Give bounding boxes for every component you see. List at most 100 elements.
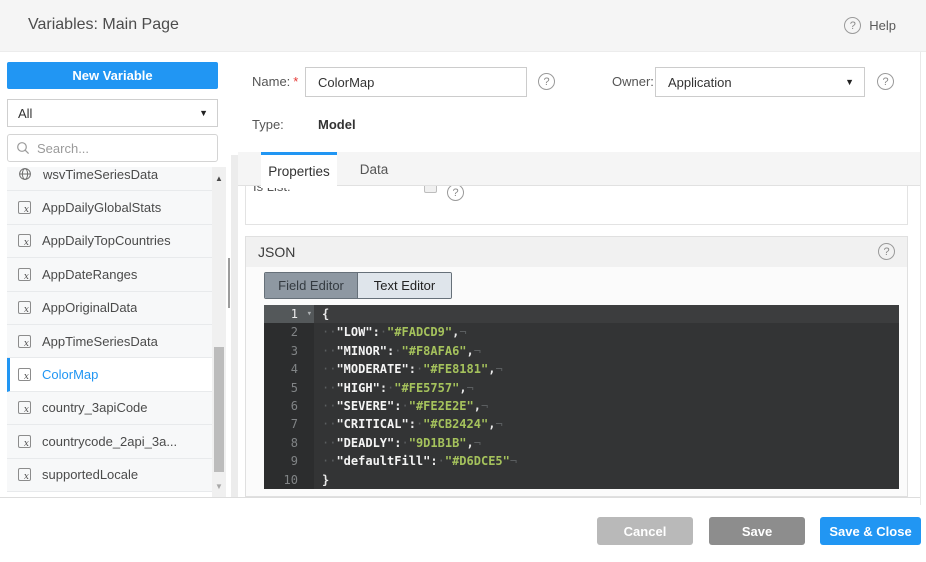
code-line: ··"DEADLY":·"9D1B1B",¬ <box>314 434 899 452</box>
gutter-line: 1▾ <box>264 305 314 323</box>
variable-label: country_3apiCode <box>42 400 148 415</box>
search-icon <box>16 141 30 155</box>
scroll-up-icon[interactable]: ▲ <box>212 171 226 185</box>
variable-label: AppTimeSeriesData <box>42 334 158 349</box>
variable-list-item[interactable]: wsvTimeSeriesData <box>7 167 212 191</box>
type-label: Type: <box>252 117 284 132</box>
owner-select[interactable]: Application ▼ <box>655 67 865 97</box>
is-list-panel: Is List: ? <box>245 186 908 225</box>
gutter-line: 6 <box>264 397 314 415</box>
variable-list-item[interactable]: x countrycode_2api_3a... <box>7 425 212 458</box>
code-line: } <box>314 471 899 489</box>
required-marker: * <box>293 74 298 89</box>
variable-list-item[interactable]: x ColorMap <box>7 358 212 391</box>
variable-label: wsvTimeSeriesData <box>43 167 158 182</box>
code-line: ··"MINOR":·"#F8AFA6",¬ <box>314 342 899 360</box>
panel-scroll-thumb[interactable] <box>228 258 230 308</box>
variable-label: AppDailyTopCountries <box>42 233 171 248</box>
gutter-line: 7 <box>264 415 314 433</box>
content-divider <box>0 497 920 498</box>
owner-help-icon[interactable]: ? <box>877 73 894 90</box>
variable-list-item[interactable]: x AppOriginalData <box>7 292 212 325</box>
variable-icon: x <box>18 401 31 414</box>
dialog-header: Variables: Main Page ? Help <box>0 0 926 52</box>
panel-scroll-track[interactable] <box>231 155 238 497</box>
json-code-editor[interactable]: 1▾2345678910 {··"LOW":·"#FADCD9",¬··"MIN… <box>264 305 899 489</box>
variable-label: AppOriginalData <box>42 300 137 315</box>
gutter-line: 8 <box>264 434 314 452</box>
variable-icon: x <box>18 368 31 381</box>
help-icon: ? <box>844 17 861 34</box>
variable-icon: x <box>18 268 31 281</box>
variable-list-item[interactable]: x AppTimeSeriesData <box>7 325 212 358</box>
is-list-help-icon[interactable]: ? <box>447 186 464 201</box>
new-variable-button[interactable]: New Variable <box>7 62 218 89</box>
code-line: ··"SEVERE":·"#FE2E2E",¬ <box>314 397 899 415</box>
variables-dialog: Variables: Main Page ? Help New Variable… <box>0 0 926 562</box>
editor-gutter: 1▾2345678910 <box>264 305 314 489</box>
variable-icon: x <box>18 335 31 348</box>
chevron-down-icon: ▼ <box>199 108 208 118</box>
page-title: Variables: Main Page <box>28 16 179 34</box>
scrollbar-thumb[interactable] <box>214 347 224 472</box>
scroll-down-icon[interactable]: ▼ <box>212 479 226 493</box>
right-edge-divider <box>920 52 921 505</box>
variable-icon: x <box>18 468 31 481</box>
code-line: ··"MODERATE":·"#FE8181",¬ <box>314 360 899 378</box>
gutter-line: 3 <box>264 342 314 360</box>
variable-list-item[interactable]: x AppDailyGlobalStats <box>7 191 212 224</box>
variable-icon: x <box>18 201 31 214</box>
code-line: ··"HIGH":·"#FE5757",¬ <box>314 379 899 397</box>
is-list-checkbox[interactable] <box>424 186 437 193</box>
variable-filter-select[interactable]: All ▼ <box>7 99 218 127</box>
gutter-line: 4 <box>264 360 314 378</box>
sidebar-scrollbar[interactable]: ▲ ▼ <box>212 167 226 497</box>
search-input[interactable] <box>37 141 197 156</box>
help-button[interactable]: ? Help <box>844 17 896 34</box>
code-line: ··"LOW":·"#FADCD9",¬ <box>314 323 899 341</box>
text-editor-button[interactable]: Text Editor <box>358 273 451 298</box>
variable-label: AppDailyGlobalStats <box>42 200 161 215</box>
save-button[interactable]: Save <box>709 517 805 545</box>
variable-icon: x <box>18 435 31 448</box>
name-label: Name:* <box>252 74 298 89</box>
gutter-line: 9 <box>264 452 314 470</box>
help-label: Help <box>869 18 896 33</box>
gutter-line: 2 <box>264 323 314 341</box>
globe-icon <box>18 167 32 181</box>
variable-label: ColorMap <box>42 367 98 382</box>
gutter-line: 5 <box>264 379 314 397</box>
variable-list-item[interactable]: x AppDateRanges <box>7 258 212 291</box>
variable-label: countrycode_2api_3a... <box>42 434 177 449</box>
tab-properties[interactable]: Properties <box>261 152 337 188</box>
type-value: Model <box>318 117 356 132</box>
name-input[interactable] <box>305 67 527 97</box>
save-and-close-button[interactable]: Save & Close <box>820 517 921 545</box>
variable-label: supportedLocale <box>42 467 138 482</box>
fold-icon[interactable]: ▾ <box>307 305 312 323</box>
json-panel: JSON ? Field Editor Text Editor 1▾234567… <box>245 236 908 497</box>
code-line: ··"defaultFill":·"#D6DCE5"¬ <box>314 452 899 470</box>
owner-value: Application <box>668 75 732 90</box>
json-title: JSON <box>258 237 295 267</box>
editor-mode-toggle: Field Editor Text Editor <box>264 272 452 299</box>
code-line: ··"CRITICAL":·"#CB2424",¬ <box>314 415 899 433</box>
variable-list-item[interactable]: x supportedLocale <box>7 459 212 492</box>
variable-label: AppDateRanges <box>42 267 137 282</box>
filter-value: All <box>18 106 32 121</box>
variable-list: wsvTimeSeriesData x AppDailyGlobalStats … <box>7 167 212 497</box>
code-line: { <box>314 305 899 323</box>
name-help-icon[interactable]: ? <box>538 73 555 90</box>
field-editor-button[interactable]: Field Editor <box>265 273 358 298</box>
variable-list-item[interactable]: x country_3apiCode <box>7 392 212 425</box>
json-help-icon[interactable]: ? <box>878 243 895 260</box>
tab-data[interactable]: Data <box>346 152 402 186</box>
search-box[interactable] <box>7 134 218 162</box>
editor-code[interactable]: {··"LOW":·"#FADCD9",¬··"MINOR":·"#F8AFA6… <box>314 305 899 489</box>
chevron-down-icon: ▼ <box>845 77 854 87</box>
tab-bar: Properties Data <box>238 152 920 186</box>
variable-list-item[interactable]: x AppDailyTopCountries <box>7 225 212 258</box>
cancel-button[interactable]: Cancel <box>597 517 693 545</box>
gutter-line: 10 <box>264 471 314 489</box>
variable-icon: x <box>18 234 31 247</box>
